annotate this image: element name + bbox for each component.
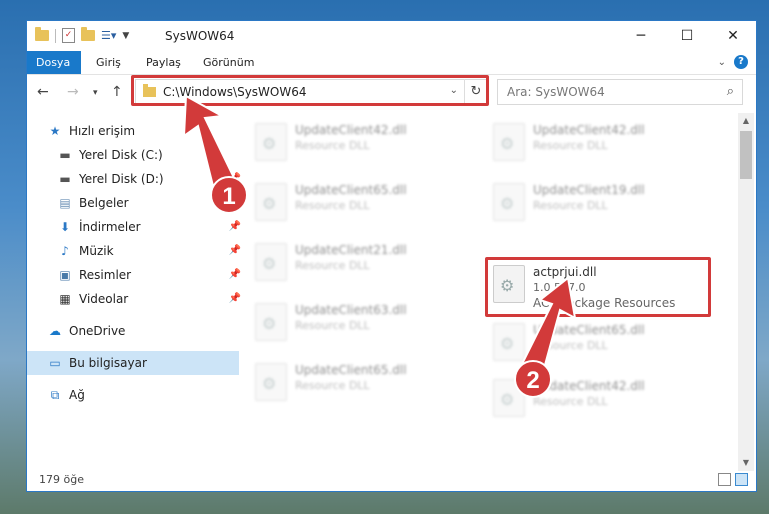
back-button[interactable]: ← bbox=[37, 84, 49, 100]
file-item[interactable]: UpdateClient42.dll Resource DLL bbox=[489, 119, 689, 167]
tab-file[interactable]: Dosya bbox=[27, 51, 81, 74]
file-list: UpdateClient42.dll Resource DLL UpdateCl… bbox=[223, 113, 737, 463]
minimize-button[interactable]: ─ bbox=[618, 21, 664, 51]
sidebar-item-music[interactable]: ♪ Müzik 📌 bbox=[27, 239, 249, 263]
file-item[interactable]: UpdateClient42.dll Resource DLL bbox=[251, 119, 451, 167]
file-item[interactable]: UpdateClient65.dll Resource DLL bbox=[251, 359, 451, 407]
documents-icon: ▤ bbox=[59, 196, 71, 210]
file-item[interactable]: UpdateClient19.dll Resource DLL bbox=[489, 179, 689, 227]
sidebar-item-onedrive[interactable]: ☁ OneDrive bbox=[27, 319, 239, 343]
window-title: SysWOW64 bbox=[165, 29, 235, 43]
dll-file-icon bbox=[493, 123, 525, 161]
details-view-icon[interactable] bbox=[718, 473, 731, 486]
quick-access-toolbar: ✓ ☰▾ ▼ bbox=[35, 27, 129, 43]
star-icon: ★ bbox=[49, 124, 61, 138]
music-icon: ♪ bbox=[61, 244, 69, 258]
computer-icon: ▭ bbox=[49, 356, 61, 370]
help-icon[interactable]: ? bbox=[734, 55, 748, 69]
sidebar-item-videos[interactable]: ▦ Videolar 📌 bbox=[27, 287, 249, 311]
title-bar: ✓ ☰▾ ▼ SysWOW64 ─ ☐ ✕ bbox=[27, 21, 756, 51]
up-button[interactable]: ↑ bbox=[111, 84, 123, 100]
sidebar-item-downloads[interactable]: ⬇ İndirmeler 📌 bbox=[27, 215, 249, 239]
dll-file-icon bbox=[493, 183, 525, 221]
tab-home[interactable]: Giriş bbox=[87, 51, 130, 74]
search-placeholder: Ara: SysWOW64 bbox=[507, 85, 605, 99]
folder-icon[interactable] bbox=[35, 27, 49, 41]
file-item[interactable]: UpdateClient65.dll Resource DLL bbox=[251, 179, 451, 227]
file-item[interactable]: UpdateClient21.dll Resource DLL bbox=[251, 239, 451, 287]
explorer-window: ✓ ☰▾ ▼ SysWOW64 ─ ☐ ✕ Dosya Giriş Paylaş… bbox=[26, 20, 757, 492]
dll-file-icon bbox=[255, 183, 287, 221]
file-item[interactable]: UpdateClient65.dll Resource DLL bbox=[489, 319, 689, 367]
file-item[interactable]: UpdateClient63.dll Resource DLL bbox=[251, 299, 451, 347]
properties-icon[interactable]: ✓ bbox=[62, 28, 75, 43]
navigation-bar: ← → ▾ ↑ C:\Windows\SysWOW64 ⌄ ↻ Ara: Sys… bbox=[27, 75, 756, 111]
dll-file-icon bbox=[255, 243, 287, 281]
sidebar-item-this-pc[interactable]: ▭ Bu bilgisayar bbox=[27, 351, 239, 375]
scroll-thumb[interactable] bbox=[740, 131, 752, 179]
tiles-view-icon[interactable] bbox=[735, 473, 748, 486]
dll-file-icon bbox=[255, 363, 287, 401]
address-highlight-box bbox=[131, 75, 489, 106]
sidebar-item-pictures[interactable]: ▣ Resimler 📌 bbox=[27, 263, 249, 287]
drive-icon: ▬ bbox=[59, 148, 71, 162]
sidebar-item-network[interactable]: ⧉ Ağ bbox=[27, 383, 239, 407]
drive-icon: ▬ bbox=[59, 172, 71, 186]
video-icon: ▦ bbox=[59, 292, 71, 306]
ribbon: Dosya Giriş Paylaş Görünüm ⌄ ? bbox=[27, 51, 756, 75]
search-input[interactable]: Ara: SysWOW64 ⌕ bbox=[497, 79, 743, 105]
item-count: 179 öğe bbox=[39, 473, 84, 486]
scroll-up-icon[interactable]: ▲ bbox=[738, 113, 754, 129]
step-1-badge: 1 bbox=[210, 176, 248, 214]
expand-ribbon-icon[interactable]: ⌄ bbox=[718, 57, 726, 68]
dll-file-icon bbox=[255, 303, 287, 341]
new-folder-icon[interactable] bbox=[81, 27, 95, 41]
recent-locations-icon[interactable]: ▾ bbox=[93, 88, 98, 98]
sidebar-item-quick-access[interactable]: ★ Hızlı erişim bbox=[27, 119, 239, 143]
forward-button[interactable]: → bbox=[67, 84, 79, 100]
close-button[interactable]: ✕ bbox=[710, 21, 756, 51]
cloud-icon: ☁ bbox=[49, 324, 61, 338]
search-icon[interactable]: ⌕ bbox=[727, 84, 734, 99]
sidebar-item-disk-c[interactable]: ▬ Yerel Disk (C:) bbox=[27, 143, 249, 167]
download-icon: ⬇ bbox=[59, 220, 71, 234]
navigation-pane: ★ Hızlı erişim ▬ Yerel Disk (C:) ▬ Yerel… bbox=[27, 113, 241, 463]
vertical-scrollbar[interactable]: ▲ ▼ bbox=[738, 113, 754, 471]
chevron-down-icon[interactable]: ▼ bbox=[122, 31, 129, 41]
maximize-button[interactable]: ☐ bbox=[664, 21, 710, 51]
tab-view[interactable]: Görünüm bbox=[194, 51, 263, 74]
dll-file-icon bbox=[493, 323, 525, 361]
customize-icon[interactable]: ☰▾ bbox=[101, 29, 116, 42]
dll-file-icon bbox=[255, 123, 287, 161]
status-bar: 179 öğe bbox=[27, 469, 756, 491]
pictures-icon: ▣ bbox=[59, 268, 71, 282]
file-highlight-box bbox=[485, 257, 711, 317]
separator bbox=[55, 28, 56, 43]
tab-share[interactable]: Paylaş bbox=[137, 51, 190, 74]
step-2-badge: 2 bbox=[514, 360, 552, 398]
network-icon: ⧉ bbox=[50, 388, 60, 402]
